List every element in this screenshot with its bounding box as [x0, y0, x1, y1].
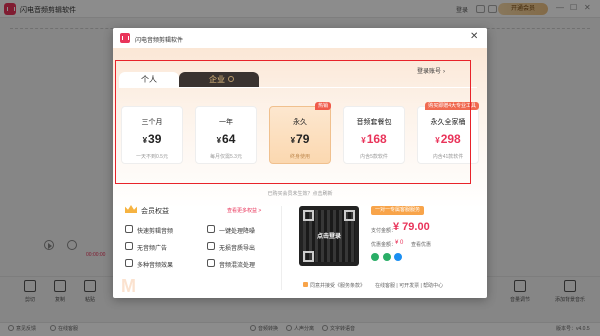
currency-symbol: ¥ — [361, 136, 366, 145]
close-icon[interactable]: ✕ — [470, 31, 478, 43]
scissors-icon — [125, 225, 133, 233]
effect-icon — [125, 259, 133, 267]
pay-amount: ¥ 79.00 — [393, 221, 430, 233]
mix-icon — [207, 259, 215, 267]
more-benefits-link[interactable]: 查看更多权益 > — [227, 207, 261, 214]
plan-card-three-months[interactable]: 三个月 ¥39 一天不到0.5元 — [121, 106, 183, 164]
agreement-text: 同意并接受《服务条款》 — [310, 283, 366, 289]
tab-enterprise-label: 企业 — [209, 75, 225, 84]
tab-enterprise[interactable]: 企业 — [179, 72, 259, 88]
plan-price: ¥64 — [196, 132, 256, 146]
plan-card-one-year[interactable]: 一年 ¥64 每月仅需5.3元 — [195, 106, 257, 164]
plan-price: ¥39 — [122, 132, 182, 146]
decorative-watermark: M — [121, 276, 136, 296]
plan-desc: 内含5款软件 — [360, 154, 388, 160]
plan-card-full-suite[interactable]: 购买即赠4大专业工具 永久全家桶 ¥298 内含41款软件 — [417, 102, 479, 164]
discount-label: 优惠金额： — [371, 242, 397, 248]
price-value: 39 — [148, 132, 162, 146]
noise-icon — [207, 225, 215, 233]
checkbox-checked-icon[interactable] — [303, 282, 308, 287]
currency-symbol: ¥ — [142, 136, 148, 145]
login-link-label: 登录账号 — [417, 69, 442, 75]
vip-purchase-dialog: 闪电音频剪辑软件 ✕ 个人 企业 登录账号 › 三个月 ¥39 一天不到0.5元 … — [113, 28, 487, 298]
benefit-item: 多种音频效果 — [125, 258, 205, 269]
help-links[interactable]: 在线客服 | 可开发票 | 帮助中心 — [375, 282, 443, 289]
plan-name: 一年 — [219, 119, 233, 126]
plan-card-lifetime[interactable]: 热销 永久 ¥79 终身使用 — [269, 102, 331, 164]
benefit-item: 无损音质导出 — [207, 241, 287, 252]
plan-desc: 终身使用 — [289, 154, 310, 160]
benefit-label: 无损音质导出 — [219, 246, 256, 252]
price-value: 79 — [296, 132, 310, 146]
plan-card-audio-bundle[interactable]: 音频套餐包 ¥168 内含5款软件 — [343, 106, 405, 164]
plan-name: 三个月 — [141, 119, 163, 126]
benefits-title: 会员权益 — [141, 208, 169, 215]
qr-corner — [303, 251, 314, 262]
agreement-row[interactable]: 同意并接受《服务条款》 — [303, 282, 365, 289]
plan-price: ¥79 — [270, 132, 330, 146]
member-benefits: 会员权益 查看更多权益 > 快速剪辑音频 一键处理降噪 无音频广告 无损音质导出… — [123, 202, 279, 292]
hot-badge: 热销 — [314, 102, 331, 110]
price-value: 64 — [222, 132, 236, 146]
benefit-label: 无音频广告 — [137, 246, 168, 252]
plan-name: 音频套餐包 — [356, 119, 392, 126]
crown-icon — [125, 205, 137, 213]
login-account-link[interactable]: 登录账号 › — [417, 66, 445, 75]
benefit-item: 音频混流处理 — [207, 258, 287, 269]
plan-price: ¥298 — [418, 132, 478, 146]
currency-symbol: ¥ — [290, 136, 296, 145]
price-value: 298 — [440, 132, 461, 146]
plan-desc: 一天不到0.5元 — [136, 154, 168, 160]
plan-desc: 内含41款软件 — [432, 154, 464, 160]
benefit-item: 快速剪辑音频 — [125, 224, 205, 235]
benefit-label: 音频混流处理 — [219, 263, 256, 269]
dialog-logo-icon — [120, 33, 130, 43]
dialog-title: 闪电音频剪辑软件 — [135, 38, 184, 44]
plan-list: 三个月 ¥39 一天不到0.5元 一年 ¥64 每月仅需5.3元 热销 永久 ¥… — [121, 102, 479, 164]
dialog-header: 闪电音频剪辑软件 ✕ — [113, 28, 487, 48]
qr-login-text[interactable]: 点击登录 — [299, 231, 359, 240]
wechat-pay-icon[interactable] — [371, 253, 379, 261]
service-tag: 一对一专属客服服务 — [371, 206, 425, 215]
plan-name: 永久 — [293, 119, 307, 126]
payment-methods — [371, 253, 404, 261]
benefit-item: 无音频广告 — [125, 241, 205, 252]
section-divider — [281, 206, 282, 290]
currency-symbol: ¥ — [435, 136, 440, 145]
plan-desc: 每月仅需5.3元 — [210, 154, 242, 160]
plan-price: ¥168 — [344, 132, 404, 146]
discount-amount: ¥ 0 — [395, 240, 404, 246]
benefit-label: 一键处理降噪 — [219, 229, 256, 235]
qr-corner — [344, 210, 355, 221]
info-icon[interactable] — [228, 76, 234, 82]
chevron-right-icon: › — [443, 69, 446, 75]
currency-symbol: ¥ — [216, 136, 222, 145]
plan-name: 永久全家桶 — [430, 119, 466, 126]
refresh-membership-link[interactable]: 已购买会员未生效？点击刷新 — [113, 190, 487, 197]
gift-badge: 购买即赠4大专业工具 — [425, 102, 479, 110]
view-discount-link[interactable]: 查看优惠 — [411, 241, 431, 248]
benefit-item: 一键处理降噪 — [207, 224, 287, 235]
tab-personal[interactable]: 个人 — [119, 72, 179, 88]
benefit-label: 快速剪辑音频 — [137, 229, 174, 235]
export-icon — [207, 242, 215, 250]
no-ads-icon — [125, 242, 133, 250]
qr-corner — [303, 210, 314, 221]
tab-underline — [119, 87, 477, 88]
wechat-icon[interactable] — [382, 253, 391, 261]
price-value: 168 — [366, 132, 387, 146]
benefit-label: 多种音频效果 — [137, 263, 174, 269]
payment-qr-code[interactable]: 点击登录 — [299, 206, 359, 266]
alipay-icon[interactable] — [394, 253, 403, 261]
